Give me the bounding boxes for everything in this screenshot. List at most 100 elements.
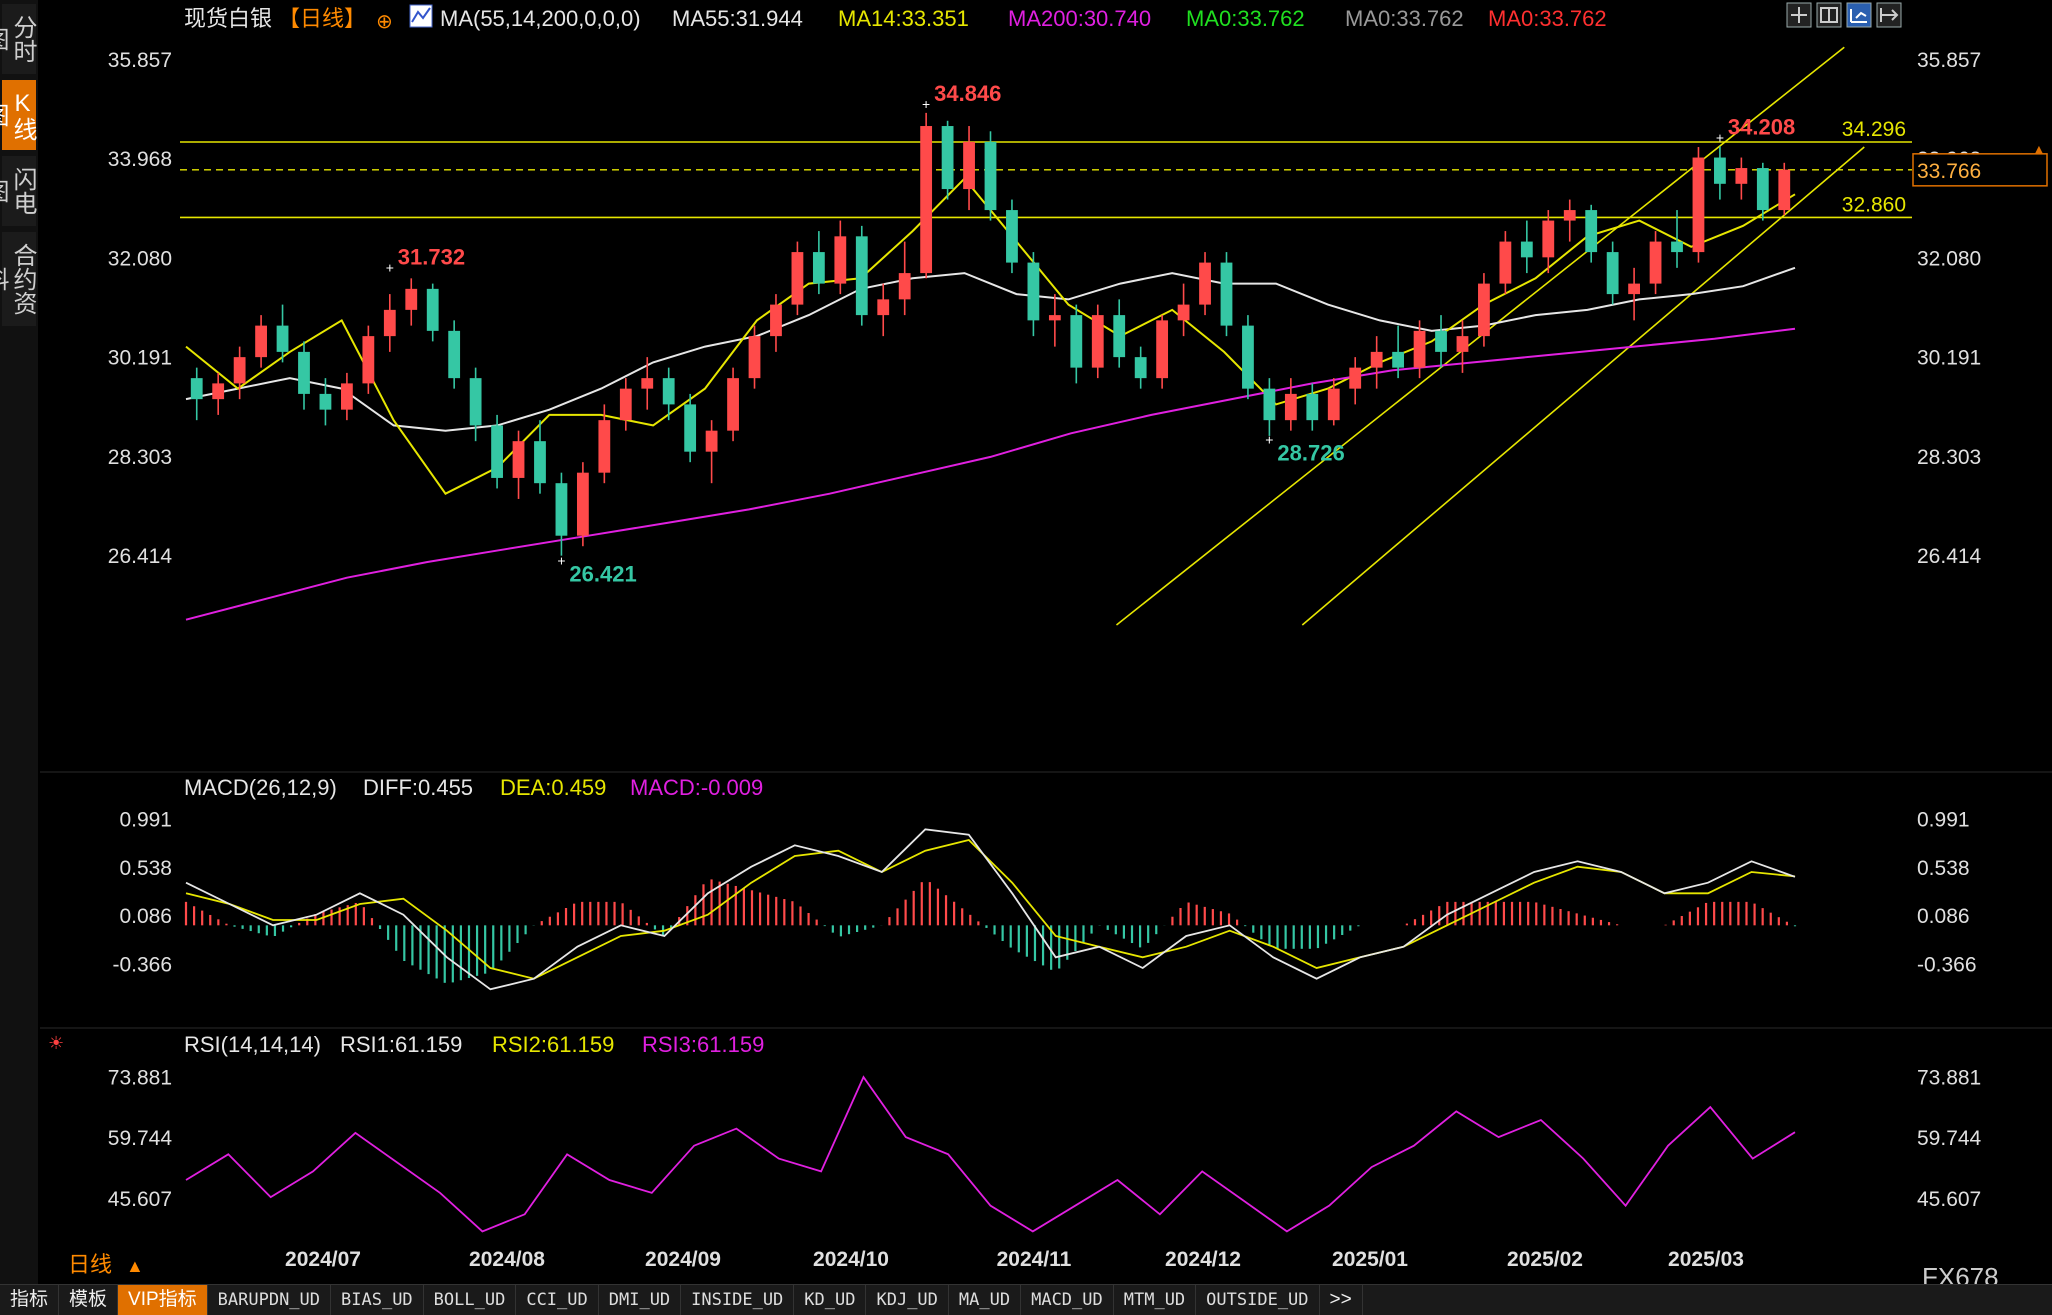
toolbar-vip-indicator[interactable]: VIP指标: [118, 1285, 208, 1315]
date-tick: 2024/12: [1165, 1248, 1241, 1271]
toolbar-inside[interactable]: INSIDE_UD: [681, 1285, 795, 1315]
price-tick-right: 32.080: [1917, 247, 1981, 270]
candle-body: [469, 378, 482, 426]
diff-line: [185, 828, 1796, 991]
price-tick-right: 28.303: [1917, 446, 1981, 469]
toolbar-outside[interactable]: OUTSIDE_UD: [1196, 1285, 1320, 1315]
toolbar-template[interactable]: 模板: [59, 1285, 119, 1315]
candle-body: [834, 236, 847, 284]
rsi-tick-right: 73.881: [1917, 1067, 1981, 1090]
toolbar-ma[interactable]: MA_UD: [949, 1285, 1022, 1315]
rsi-tick-left: 45.607: [108, 1188, 172, 1211]
price-tick-left: 30.191: [108, 347, 172, 370]
toolbar-barupdn[interactable]: BARUPDN_UD: [208, 1285, 332, 1315]
toolbar-kd[interactable]: KD_UD: [794, 1285, 867, 1315]
rsi2-value: RSI2:61.159: [492, 1032, 614, 1057]
current-price-label: 33.766: [1917, 160, 1981, 183]
price-tick-right: 35.857: [1917, 49, 1981, 72]
candle-body: [727, 378, 739, 431]
crosshair-icon[interactable]: ⊕: [376, 11, 393, 33]
candle-body: [920, 126, 933, 274]
candle-body: [963, 141, 975, 190]
extreme-marker: +: [1716, 130, 1724, 146]
sun-icon[interactable]: ☀: [48, 1033, 64, 1053]
candle-body: [1048, 315, 1061, 321]
toolbar-boll[interactable]: BOLL_UD: [424, 1285, 517, 1315]
macd-tick-left: 0.086: [119, 905, 172, 928]
toolbar-indicator[interactable]: 指标: [0, 1285, 60, 1315]
candle-body: [512, 441, 525, 478]
bottom-toolbar: 指标 模板 VIP指标 BARUPDN_UD BIAS_UD BOLL_UD C…: [0, 1284, 2052, 1315]
candle-body: [1499, 241, 1512, 284]
rsi-line-path: [185, 1075, 1796, 1233]
extreme-label: 34.208: [1728, 115, 1795, 140]
ma-params: MA(55,14,200,0,0,0): [440, 6, 641, 31]
candle-body: [576, 472, 589, 536]
candle-body: [534, 441, 546, 484]
candle-body: [448, 330, 461, 379]
toolbar-mtm[interactable]: MTM_UD: [1114, 1285, 1197, 1315]
toolbar-macd[interactable]: MACD_UD: [1021, 1285, 1114, 1315]
toolbar-cci[interactable]: CCI_UD: [516, 1285, 599, 1315]
level-lines: 34.296 32.860: [180, 118, 1912, 219]
date-tick: 2024/07: [285, 1248, 361, 1271]
rsi-tick-left: 73.881: [108, 1067, 172, 1090]
candle-body: [1091, 315, 1104, 368]
channel-lower-line: [1301, 146, 1865, 626]
candle-body: [383, 309, 396, 337]
candle-body: [684, 404, 697, 452]
rsi-tick-right: 59.744: [1917, 1127, 1982, 1150]
candle-body: [1392, 351, 1405, 368]
candles: [190, 112, 1791, 556]
macd-tick-right: 0.086: [1917, 905, 1970, 928]
toolbar-kdj[interactable]: KDJ_UD: [866, 1285, 949, 1315]
price-tick-right: 26.414: [1917, 545, 1982, 568]
candle-body: [598, 420, 611, 473]
date-tick: 2024/09: [645, 1248, 721, 1271]
date-tick: 2025/02: [1507, 1248, 1583, 1271]
extreme-label: 31.732: [398, 245, 465, 270]
candle-body: [1134, 357, 1147, 379]
price-tick-left: 33.968: [108, 148, 172, 171]
candle-body: [1435, 330, 1447, 352]
macd-tick-right: 0.538: [1917, 857, 1970, 880]
candle-body: [1649, 241, 1662, 284]
ma-line-ma200: [185, 327, 1796, 621]
toolbar-more-button[interactable]: >>: [1320, 1285, 1363, 1315]
candle-body: [748, 336, 761, 379]
price-axis-right: 35.85733.96832.08030.19128.30326.414: [1917, 49, 1982, 568]
macd-tick-left: 0.991: [119, 809, 172, 832]
macd-tick-left: -0.366: [112, 953, 172, 976]
rsi-title: RSI(14,14,14): [184, 1032, 321, 1057]
toolbar-dmi[interactable]: DMI_UD: [599, 1285, 682, 1315]
date-axis: 2024/07 2024/08 2024/09 2024/10 2024/11 2024/…: [285, 1248, 1744, 1271]
price-tag-arrow-icon: ▲: [2032, 141, 2046, 157]
extreme-marker: +: [922, 96, 930, 112]
date-tick: 2024/11: [997, 1248, 1072, 1271]
candle-body: [1585, 210, 1598, 253]
triangle-up-icon[interactable]: ▲: [126, 1256, 144, 1276]
candle-body: [1478, 283, 1490, 337]
macd-value: MACD:-0.009: [630, 775, 763, 800]
candle-body: [1199, 262, 1211, 305]
candle-body: [1284, 393, 1297, 421]
extreme-marker: +: [386, 260, 394, 276]
macd-histogram: [184, 879, 1797, 983]
candle-body: [1714, 157, 1726, 184]
rsi-axis: 73.881 73.881 59.744 59.744 45.607 45.607: [108, 1067, 1982, 1211]
candle-body: [1520, 241, 1533, 258]
macd-lines: [185, 828, 1796, 991]
toolbar-bias[interactable]: BIAS_UD: [331, 1285, 424, 1315]
candle-body: [1070, 315, 1083, 368]
period-label: 【日线】: [278, 6, 366, 31]
macd-tick-right: -0.366: [1917, 953, 1977, 976]
candle-body: [1671, 241, 1683, 253]
candle-body: [855, 236, 868, 316]
macd-dea: DEA:0.459: [500, 775, 606, 800]
candle-body: [233, 357, 246, 384]
period-selector[interactable]: 日线: [68, 1252, 112, 1277]
rsi1-value: RSI1:61.159: [340, 1032, 462, 1057]
chart-area[interactable]: 现货白银 【日线】 ⊕ MA(55,14,200,0,0,0) MA55:31.…: [0, 0, 2052, 1284]
ma-value-label: MA200:30.740: [1008, 6, 1151, 31]
rsi-tick-left: 59.744: [108, 1127, 173, 1150]
